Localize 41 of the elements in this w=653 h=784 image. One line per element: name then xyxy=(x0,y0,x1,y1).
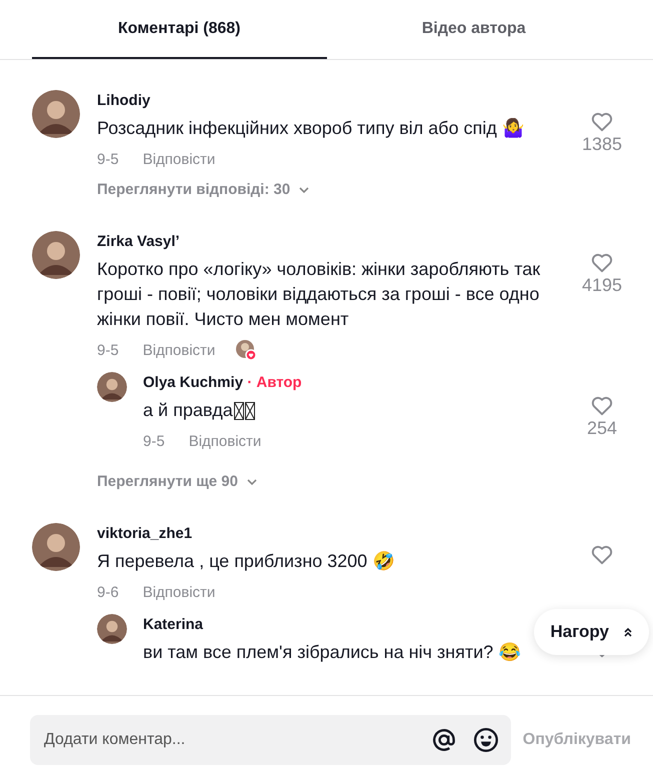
avatar xyxy=(97,372,127,402)
comment-author[interactable]: Olya Kuchmiy xyxy=(143,374,244,391)
comment-author[interactable]: Zirka Vasyl’ xyxy=(97,231,575,253)
comment-date: 9-6 xyxy=(97,584,119,600)
comment-author[interactable]: viktoria_zhe1 xyxy=(97,523,575,545)
reply-link[interactable]: Відповісти xyxy=(188,432,262,450)
view-replies-button[interactable]: Переглянути ще 90 xyxy=(97,473,258,490)
emoji-icon[interactable] xyxy=(472,727,499,753)
at-icon[interactable] xyxy=(430,727,457,753)
tab[interactable]: Відео автора xyxy=(326,0,621,59)
double-chevron-up-icon xyxy=(623,626,633,638)
author-label: · Автор xyxy=(246,374,302,391)
like-count: 1385 xyxy=(582,134,622,155)
chevron-down-icon xyxy=(246,478,258,486)
comment-field[interactable]: Додати коментар... xyxy=(30,715,511,765)
comment-input-field[interactable]: Додати коментар... xyxy=(42,730,415,750)
back-to-top-button[interactable]: Нагору xyxy=(534,609,649,655)
reply-link[interactable]: Відповісти xyxy=(142,150,216,168)
missing-glyph-icon xyxy=(234,402,244,420)
comment-text: Розсадник інфекційних хвороб типу віл або спід 🤷‍♀ xyxy=(97,117,525,140)
like-count: 254 xyxy=(586,418,618,439)
avatar xyxy=(32,231,80,279)
comment-date: 9-5 xyxy=(97,150,119,168)
reply-link[interactable]: Відповісти xyxy=(142,584,216,600)
comment-date: 9-5 xyxy=(97,342,119,358)
comment-author[interactable]: Lihodiy xyxy=(97,90,575,112)
missing-glyph-icon xyxy=(244,402,255,420)
comment-text: Коротко про «логіку» чоловіків: жінки заробляють так гроші - повії; чоловіки віддаються за гроші - все одно жінки повії. Чисто мен момент xyxy=(97,258,542,331)
comment-author[interactable]: Katerina xyxy=(143,616,204,633)
comment-text: Я перевела , це приблизно 3200 🤣 xyxy=(97,550,396,573)
like-count: 4195 xyxy=(582,275,622,296)
avatar xyxy=(97,614,127,644)
avatar xyxy=(32,523,80,571)
avatar xyxy=(32,90,80,138)
view-replies-button[interactable]: Переглянути відповіді: 30 xyxy=(97,181,310,198)
reply-link[interactable]: Відповісти xyxy=(142,342,216,358)
comment-date: 9-5 xyxy=(143,432,165,450)
chevron-down-icon xyxy=(298,186,310,194)
comment-text: а й правда xyxy=(143,399,233,422)
tab[interactable]: Коментарі (868) xyxy=(32,0,326,59)
comment-text: ви там все плем'я зібрались на ніч зняти? 😂 xyxy=(143,641,520,664)
